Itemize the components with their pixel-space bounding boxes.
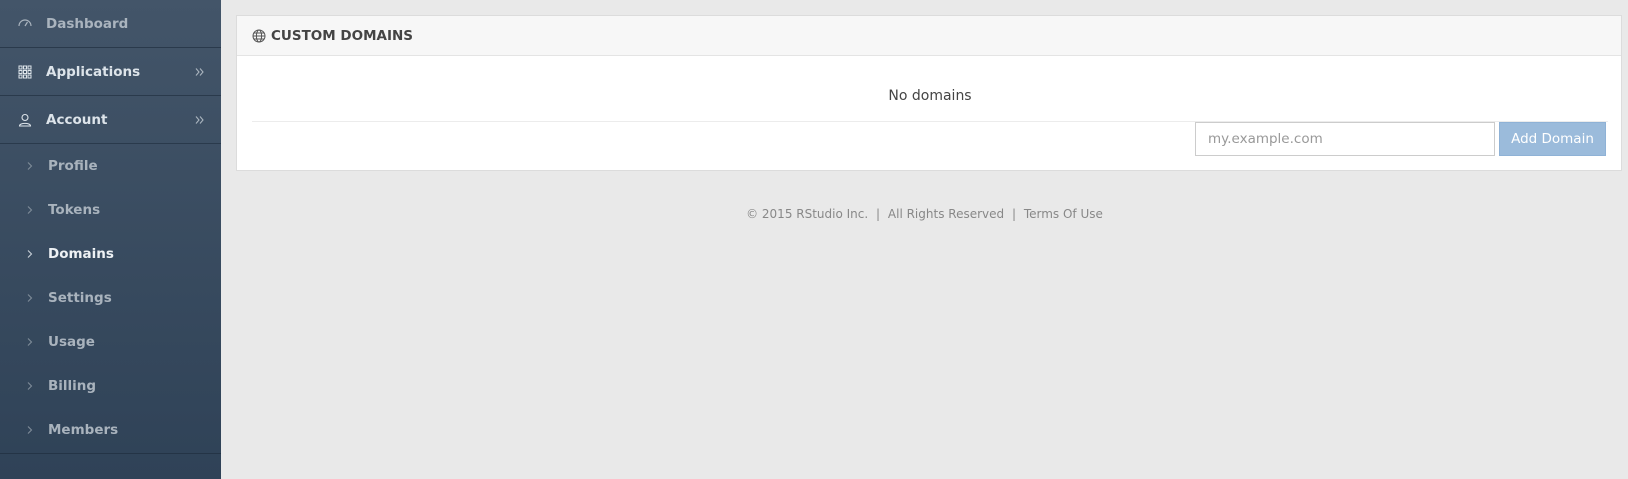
panel-header: CUSTOM DOMAINS — [237, 16, 1621, 56]
dashboard-icon — [18, 17, 32, 31]
sidebar-item-domains[interactable]: Domains — [0, 232, 221, 276]
sidebar-item-usage[interactable]: Usage — [0, 320, 221, 364]
sidebar-item-label: Applications — [46, 63, 141, 80]
chevron-right-icon — [26, 161, 34, 171]
rights-text: All Rights Reserved — [887, 207, 1005, 221]
terms-of-use-link[interactable]: Terms Of Use — [1024, 207, 1103, 221]
sidebar-item-label: Usage — [48, 334, 95, 350]
sidebar-item-label: Members — [48, 422, 119, 438]
page-footer: © 2015 RStudio Inc. | All Rights Reserve… — [221, 207, 1628, 221]
chevron-right-icon — [26, 425, 34, 435]
grid-icon — [18, 65, 32, 79]
sidebar-item-tokens[interactable]: Tokens — [0, 188, 221, 232]
sidebar-item-label: Tokens — [48, 202, 101, 218]
sidebar-item-label: Account — [46, 111, 108, 128]
copyright-text: © 2015 RStudio Inc. — [746, 207, 869, 221]
sidebar-item-billing[interactable]: Billing — [0, 364, 221, 408]
sidebar-item-account[interactable]: Account — [0, 96, 221, 144]
double-chevron-right-icon — [195, 67, 205, 77]
sidebar-item-label: Domains — [48, 246, 114, 262]
chevron-right-icon — [26, 337, 34, 347]
sidebar-item-members[interactable]: Members — [0, 408, 221, 452]
user-icon — [18, 113, 32, 127]
sidebar-item-label: Dashboard — [46, 15, 129, 32]
chevron-right-icon — [26, 293, 34, 303]
sidebar-item-profile[interactable]: Profile — [0, 144, 221, 188]
sidebar: Dashboard Applications Account Profile T… — [0, 0, 221, 479]
sidebar-item-applications[interactable]: Applications — [0, 48, 221, 96]
chevron-right-icon — [26, 381, 34, 391]
double-chevron-right-icon — [195, 115, 205, 125]
sidebar-item-settings[interactable]: Settings — [0, 276, 221, 320]
panel-title: CUSTOM DOMAINS — [271, 27, 414, 44]
sidebar-item-label: Billing — [48, 378, 97, 394]
domain-input[interactable] — [1195, 122, 1495, 156]
custom-domains-panel: CUSTOM DOMAINS No domains Add Domain — [236, 15, 1622, 171]
sidebar-item-dashboard[interactable]: Dashboard — [0, 0, 221, 48]
sidebar-footer-divider — [0, 453, 221, 479]
chevron-right-icon — [26, 205, 34, 215]
footer-separator: | — [1011, 207, 1016, 221]
sidebar-item-label: Profile — [48, 158, 98, 174]
sidebar-item-label: Settings — [48, 290, 112, 306]
empty-state-text: No domains — [888, 88, 972, 104]
footer-separator: | — [876, 207, 881, 221]
globe-icon — [252, 29, 266, 43]
chevron-right-icon — [26, 249, 34, 259]
add-domain-button[interactable]: Add Domain — [1499, 122, 1606, 156]
